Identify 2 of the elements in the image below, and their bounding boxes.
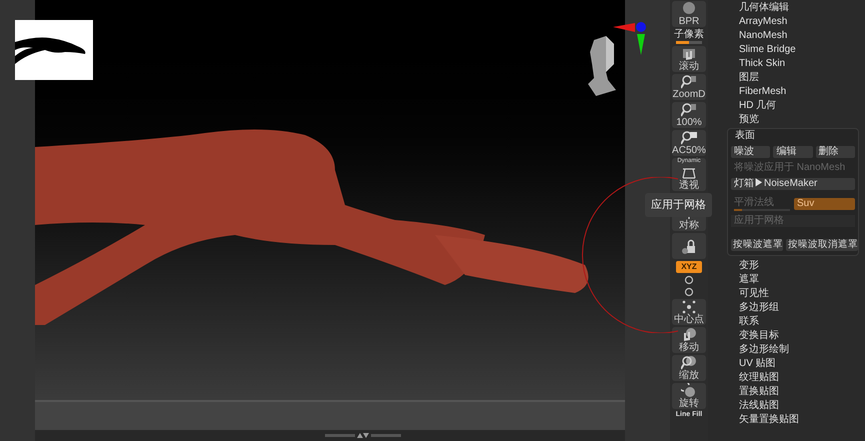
tooltip: 应用于网格 bbox=[645, 193, 712, 217]
slider-label: 子像素 bbox=[674, 29, 704, 40]
